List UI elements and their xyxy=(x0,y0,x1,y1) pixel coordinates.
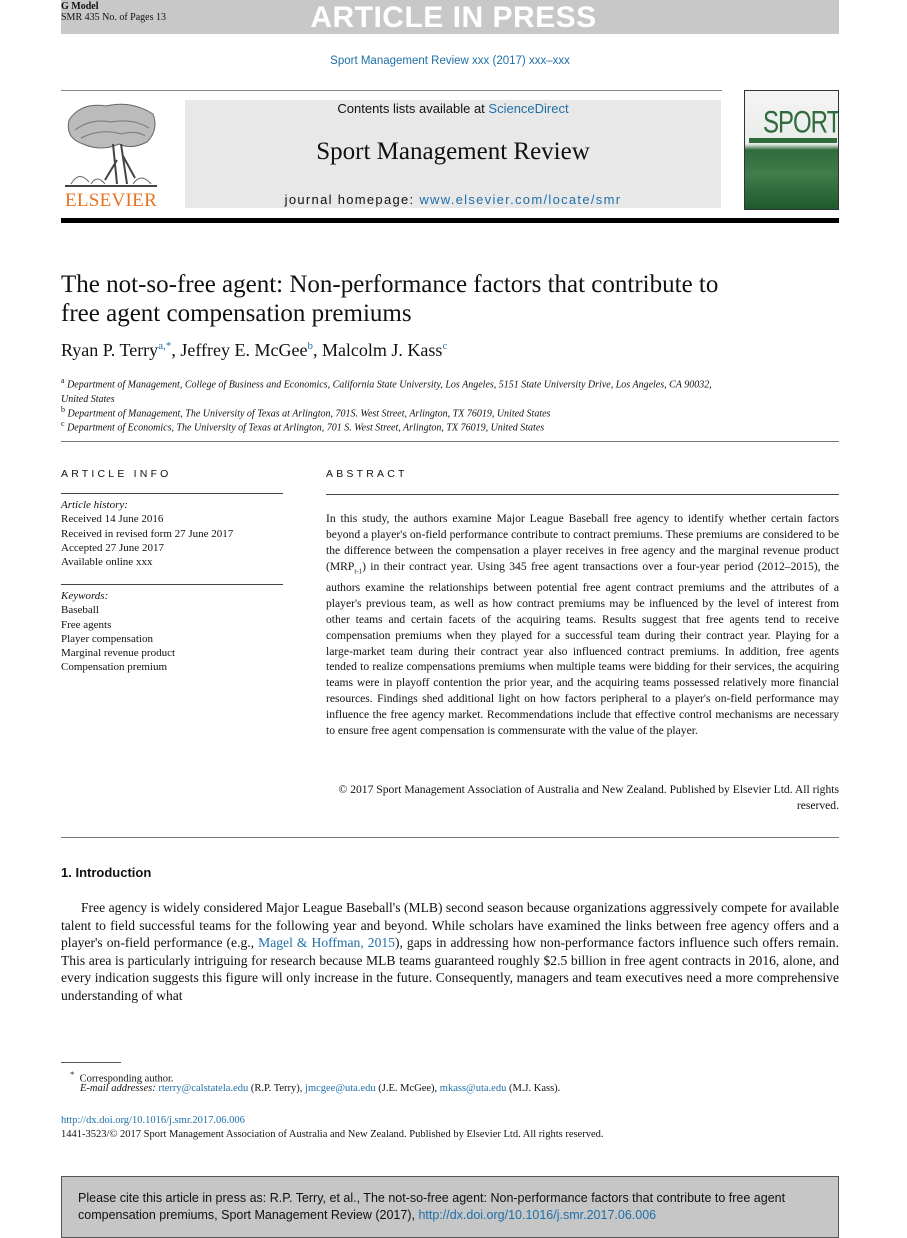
keywords: Keywords: Baseball Free agents Player co… xyxy=(61,589,175,675)
email-link[interactable]: rterry@calstatela.edu xyxy=(158,1083,248,1094)
keyword: Free agents xyxy=(61,618,112,631)
article-title: The not-so-free agent: Non-performance f… xyxy=(61,271,719,327)
manuscript-info: G Model SMR 435 No. of Pages 13 xyxy=(61,1,166,23)
manuscript-id: SMR 435 No. of Pages 13 xyxy=(61,12,167,23)
email-addresses: E-mail addresses: rterry@calstatela.edu … xyxy=(80,1082,560,1096)
article-info-heading: ARTICLE INFO xyxy=(61,468,172,480)
citation-text: Please cite this article in press as: R.… xyxy=(78,1190,828,1224)
contents-prefix: Contents lists available at xyxy=(337,101,489,116)
abstract-heading: ABSTRACT xyxy=(326,468,408,480)
divider xyxy=(61,441,839,442)
cite-this-article-box: Please cite this article in press as: R.… xyxy=(61,1176,839,1238)
abstract-copyright: © 2017 Sport Management Association of A… xyxy=(338,783,840,812)
journal-cover-image[interactable]: SPORT xyxy=(744,90,839,210)
email-owner: (R.P. Terry), xyxy=(250,1083,303,1094)
cover-title: SPORT xyxy=(763,105,839,141)
author-name[interactable]: Malcolm J. Kass xyxy=(322,340,443,360)
divider xyxy=(61,584,283,585)
affiliation: c Department of Economics, The Universit… xyxy=(61,417,731,436)
divider xyxy=(61,837,839,838)
history-item: Accepted 27 June 2017 xyxy=(61,541,164,554)
email-label: E-mail addresses: xyxy=(80,1083,156,1094)
sciencedirect-link[interactable]: ScienceDirect xyxy=(488,101,568,116)
affiliation-text: Department of Management, College of Bus… xyxy=(61,379,712,405)
doi-link[interactable]: http://dx.doi.org/10.1016/j.smr.2017.06.… xyxy=(61,1114,245,1128)
author-affiliation-mark[interactable]: c xyxy=(442,340,447,352)
email-link[interactable]: mkass@uta.edu xyxy=(440,1083,507,1094)
email-link[interactable]: jmcgee@uta.edu xyxy=(305,1083,376,1094)
footnote-mark: * xyxy=(70,1069,75,1079)
history-item: Available online xxx xyxy=(61,556,153,569)
homepage-prefix: journal homepage: xyxy=(284,192,420,207)
email-owner: (J.E. McGee), xyxy=(378,1083,438,1094)
abstract-text: In this study, the authors examine Major… xyxy=(326,511,839,739)
journal-title: Sport Management Review xyxy=(316,138,590,165)
keyword: Marginal revenue product xyxy=(61,647,176,660)
cover-subtitle-bar xyxy=(749,138,837,143)
history-label: Article history: xyxy=(61,499,128,511)
citation-doi-link[interactable]: http://dx.doi.org/10.1016/j.smr.2017.06.… xyxy=(418,1208,656,1222)
masthead-thick-rule xyxy=(61,218,839,223)
issn-copyright: 1441-3523/© 2017 Sport Management Associ… xyxy=(61,1129,604,1140)
author-affiliation-mark[interactable]: b xyxy=(307,340,313,352)
tree-icon xyxy=(65,103,157,187)
publisher-name: ELSEVIER xyxy=(64,190,158,211)
mrp-subscript: t-1 xyxy=(354,567,363,576)
journal-homepage: journal homepage: www.elsevier.com/locat… xyxy=(185,192,721,207)
contents-line: Contents lists available at ScienceDirec… xyxy=(185,101,721,116)
masthead-rule xyxy=(61,90,722,91)
article-history: Article history: Received 14 June 2016 R… xyxy=(61,498,233,569)
g-model-label: G Model xyxy=(61,1,99,12)
affiliation-text: Department of Economics, The University … xyxy=(67,422,545,434)
introduction-paragraph: Free agency is widely considered Major L… xyxy=(61,899,839,1004)
author-affiliation-mark[interactable]: a,* xyxy=(158,340,171,352)
affiliation-mark: a xyxy=(61,376,65,385)
affiliation-mark: b xyxy=(61,405,65,414)
homepage-link[interactable]: www.elsevier.com/locate/smr xyxy=(419,192,621,207)
journal-masthead: Contents lists available at ScienceDirec… xyxy=(185,100,721,208)
citation-link[interactable]: Magel & Hoffman, 2015 xyxy=(258,935,395,950)
email-owner: (M.J. Kass). xyxy=(508,1083,561,1094)
author-list: Ryan P. Terrya,*, Jeffrey E. McGeeb, Mal… xyxy=(61,340,448,360)
history-item: Received in revised form 27 June 2017 xyxy=(61,527,234,540)
journal-reference: Sport Management Review xxx (2017) xxx–x… xyxy=(330,55,570,67)
author-name[interactable]: Ryan P. Terry xyxy=(61,340,158,360)
history-item: Received 14 June 2016 xyxy=(61,513,164,526)
divider xyxy=(326,494,839,495)
keyword: Player compensation xyxy=(61,632,153,645)
abstract-text-part: ) in their contract year. Using 345 free… xyxy=(326,559,839,738)
keyword: Compensation premium xyxy=(61,661,168,674)
section-heading: 1. Introduction xyxy=(61,865,152,880)
divider xyxy=(61,493,283,494)
keywords-label: Keywords: xyxy=(61,590,109,602)
author-name[interactable]: Jeffrey E. McGee xyxy=(180,340,307,360)
keyword: Baseball xyxy=(61,604,99,617)
affiliation-mark: c xyxy=(61,419,65,428)
elsevier-logo[interactable]: ELSEVIER xyxy=(61,100,161,212)
footnote-rule xyxy=(61,1062,121,1063)
